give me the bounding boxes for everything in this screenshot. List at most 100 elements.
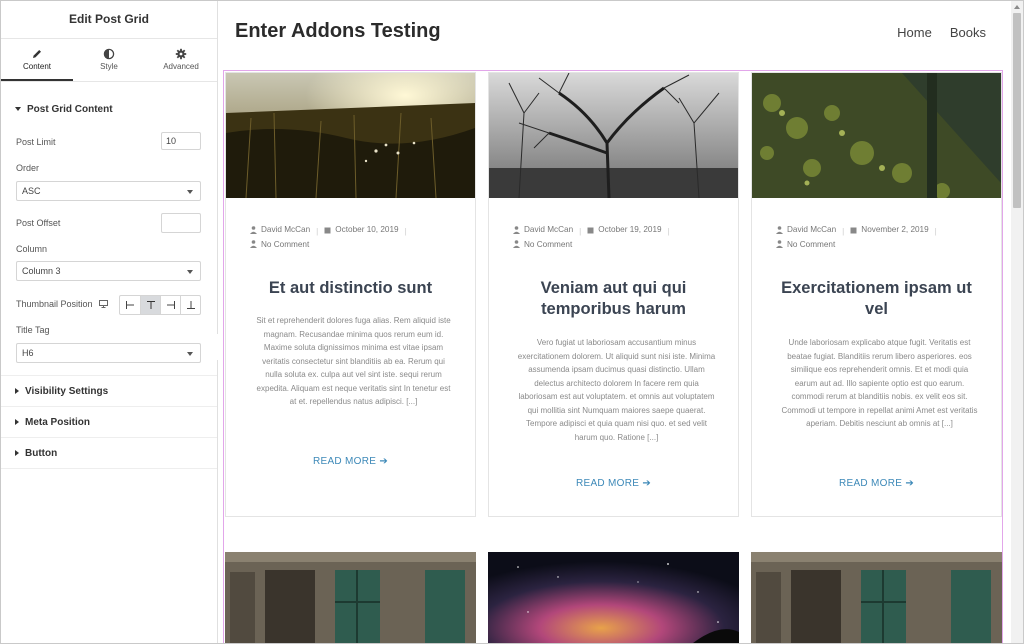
post-thumbnail-meadow[interactable] (226, 73, 475, 198)
thumb-right-button[interactable] (160, 296, 180, 314)
read-more-link[interactable]: READ MORE ➔ (752, 478, 1001, 489)
post-offset-input[interactable] (161, 213, 201, 233)
post-card: David McCan | October 10, 2019 | No Comment … (225, 72, 476, 517)
scrollbar-thumb[interactable] (1013, 13, 1021, 208)
post-limit-label: Post Limit (16, 137, 56, 147)
meta-separator: | (579, 226, 582, 236)
post-thumbnail-galaxy[interactable] (488, 552, 739, 644)
panel-title: Edit Post Grid (1, 1, 217, 39)
post-author-name: David McCan (261, 225, 311, 234)
post-meta: David McCan | October 10, 2019 | No Comment (250, 223, 455, 252)
read-more-label: READ MORE (575, 478, 640, 489)
scroll-up-icon[interactable] (1014, 5, 1020, 9)
post-author[interactable]: David McCan (776, 223, 836, 236)
order-select[interactable]: ASC (16, 181, 201, 201)
meta-separator: | (934, 226, 937, 236)
title-tag-select-row: H6 (16, 343, 201, 363)
user-icon (776, 240, 783, 248)
calendar-icon (850, 227, 857, 233)
title-tag-row: Title Tag (16, 325, 201, 335)
nav-books[interactable]: Books (950, 25, 986, 40)
tab-advanced[interactable]: Advanced (145, 39, 217, 81)
thumbnail-position-label: Thumbnail Position (16, 299, 93, 309)
post-thumbnail-building[interactable] (225, 552, 476, 644)
title-tag-label: Title Tag (16, 325, 50, 335)
post-thumbnail-moss[interactable] (752, 73, 1001, 198)
post-excerpt: Unde laboriosam explicabo atque fugit. V… (781, 338, 978, 428)
pencil-icon (33, 50, 41, 58)
thumb-left-button[interactable] (120, 296, 140, 314)
post-thumbnail-trees[interactable] (489, 73, 738, 198)
post-title[interactable]: Et aut distinctio sunt (244, 278, 457, 299)
align-bottom-icon (186, 301, 195, 309)
post-date-text: October 10, 2019 (335, 225, 399, 234)
arrow-right-icon: ➔ (379, 456, 389, 467)
section-button-label: Button (25, 447, 58, 459)
arrow-right-icon: ➔ (642, 478, 652, 489)
calendar-icon (587, 227, 594, 233)
post-comments[interactable]: No Comment (776, 238, 835, 251)
dropdown-arrow-icon (187, 352, 193, 356)
post-meta: David McCan | November 2, 2019 | No Comment (776, 223, 981, 252)
column-label: Column (16, 244, 48, 254)
thumb-top-button[interactable] (140, 296, 160, 314)
half-circle-icon (103, 48, 115, 60)
section-post-grid-content-label: Post Grid Content (27, 103, 113, 115)
post-date[interactable]: October 10, 2019 (324, 223, 399, 236)
order-row: Order (16, 163, 201, 173)
site-title[interactable]: Enter Addons Testing (235, 20, 441, 43)
post-date[interactable]: October 19, 2019 (587, 223, 662, 236)
post-meta: David McCan | October 19, 2019 | No Comment (513, 223, 718, 252)
column-select-value: Column 3 (22, 266, 61, 276)
caret-down-icon (15, 107, 21, 111)
post-card: David McCan | October 19, 2019 | No Comment … (488, 72, 739, 517)
post-comments-text: No Comment (524, 239, 573, 249)
tab-content[interactable]: Content (1, 39, 73, 81)
post-title[interactable]: Exercitationem ipsam ut vel (770, 278, 983, 320)
post-author[interactable]: David McCan (250, 223, 310, 236)
meta-separator: | (842, 226, 845, 236)
section-button[interactable]: Button (1, 438, 217, 469)
post-date[interactable]: November 2, 2019 (850, 223, 929, 236)
preview-scrollbar[interactable] (1011, 1, 1023, 643)
read-more-label: READ MORE (838, 478, 903, 489)
post-comments[interactable]: No Comment (250, 238, 309, 251)
post-author[interactable]: David McCan (513, 223, 573, 236)
column-row: Column (16, 244, 201, 254)
section-visibility-settings[interactable]: Visibility Settings (1, 376, 217, 407)
post-date-text: November 2, 2019 (861, 225, 929, 234)
title-tag-select-value: H6 (22, 348, 34, 358)
column-select[interactable]: Column 3 (16, 261, 201, 281)
section-post-grid-content[interactable]: Post Grid Content (1, 94, 217, 124)
title-tag-select[interactable]: H6 (16, 343, 201, 363)
section-meta-position[interactable]: Meta Position (1, 407, 217, 438)
read-more-link[interactable]: READ MORE ➔ (226, 456, 475, 467)
nav-home[interactable]: Home (897, 25, 932, 40)
post-limit-input[interactable]: 10 (161, 132, 201, 150)
align-top-icon (146, 301, 155, 309)
app-frame: Edit Post Grid Content Style Advanced Po… (0, 0, 1024, 644)
order-select-row: ASC (16, 181, 201, 201)
section-meta-position-label: Meta Position (25, 416, 91, 428)
post-comments[interactable]: No Comment (513, 238, 572, 251)
tab-style-label: Style (100, 62, 118, 71)
align-right-icon (166, 301, 175, 309)
post-thumbnail-building[interactable] (751, 552, 1002, 644)
meta-separator: | (404, 226, 407, 236)
read-more-link[interactable]: READ MORE ➔ (489, 478, 738, 489)
tab-style[interactable]: Style (73, 39, 145, 81)
dropdown-arrow-icon (187, 270, 193, 274)
user-icon (513, 225, 520, 234)
thumbnail-position-buttons (119, 295, 201, 315)
post-title[interactable]: Veniam aut qui qui temporibus harum (507, 278, 720, 320)
editor-panel: Edit Post Grid Content Style Advanced Po… (1, 1, 218, 643)
post-excerpt: Sit et reprehenderit dolores fuga alias.… (256, 316, 451, 406)
post-card: David McCan | November 2, 2019 | No Comment … (751, 72, 1002, 517)
column-select-row: Column 3 (16, 261, 201, 281)
post-author-name: David McCan (524, 225, 574, 234)
align-left-icon (126, 301, 134, 309)
thumb-bottom-button[interactable] (180, 296, 200, 314)
gear-icon (175, 48, 187, 60)
site-nav: Home Books (897, 25, 986, 40)
meta-separator: | (667, 226, 670, 236)
